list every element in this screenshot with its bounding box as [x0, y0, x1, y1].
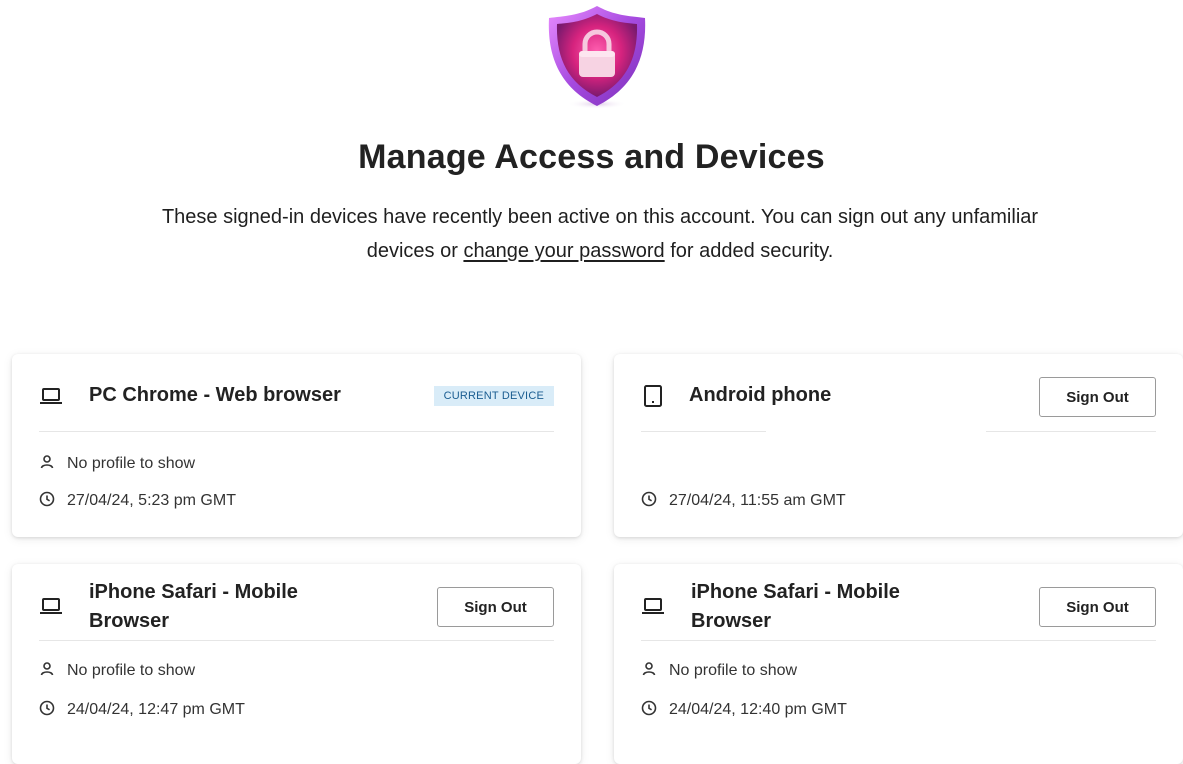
device-card-header: iPhone Safari - Mobile Browser Sign Out — [39, 564, 554, 642]
device-card-header: PC Chrome - Web browser CURRENT DEVICE — [39, 354, 554, 432]
clock-icon — [641, 491, 657, 507]
person-icon — [641, 661, 657, 677]
person-icon — [39, 454, 55, 470]
laptop-icon — [641, 594, 665, 618]
timestamp-row: 24/04/24, 12:47 pm GMT — [39, 699, 245, 721]
device-card-iphone-safari-1: iPhone Safari - Mobile Browser Sign Out … — [12, 564, 581, 764]
timestamp-text: 24/04/24, 12:47 pm GMT — [67, 701, 245, 718]
clock-icon — [39, 700, 55, 716]
divider — [641, 431, 766, 432]
person-icon — [39, 661, 55, 677]
device-name: Android phone — [689, 384, 832, 406]
timestamp-row: 27/04/24, 5:23 pm GMT — [39, 490, 236, 512]
device-card-android: Android phone Sign Out 27/04/24, 11:55 a… — [614, 354, 1183, 537]
divider — [641, 640, 1156, 641]
profile-row: No profile to show — [39, 453, 195, 475]
sign-out-button[interactable]: Sign Out — [437, 587, 554, 627]
device-card-pc-chrome: PC Chrome - Web browser CURRENT DEVICE N… — [12, 354, 581, 537]
laptop-icon — [39, 594, 63, 618]
page-description: These signed-in devices have recently be… — [160, 200, 1040, 268]
device-name: PC Chrome - Web browser — [89, 384, 341, 406]
divider — [39, 431, 554, 432]
timestamp-text: 27/04/24, 11:55 am GMT — [669, 492, 846, 509]
change-password-link[interactable]: change your password — [463, 240, 664, 262]
timestamp-text: 27/04/24, 5:23 pm GMT — [67, 492, 236, 509]
device-card-iphone-safari-2: iPhone Safari - Mobile Browser Sign Out … — [614, 564, 1183, 764]
clock-icon — [39, 491, 55, 507]
clock-icon — [641, 700, 657, 716]
timestamp-text: 24/04/24, 12:40 pm GMT — [669, 701, 847, 718]
device-name: iPhone Safari - Mobile Browser — [89, 581, 298, 632]
device-card-header: Android phone Sign Out — [641, 354, 1156, 432]
laptop-icon — [39, 384, 63, 408]
profile-text: No profile to show — [67, 455, 196, 472]
page-title: Manage Access and Devices — [358, 138, 825, 176]
timestamp-row: 24/04/24, 12:40 pm GMT — [641, 699, 847, 721]
profile-row: No profile to show — [39, 660, 195, 682]
profile-row: No profile to show — [641, 660, 797, 682]
shield-lock-icon — [541, 2, 653, 112]
current-device-badge: CURRENT DEVICE — [433, 386, 554, 406]
device-card-header: iPhone Safari - Mobile Browser Sign Out — [641, 564, 1156, 642]
sign-out-button[interactable]: Sign Out — [1039, 587, 1156, 627]
divider — [39, 640, 554, 641]
timestamp-row: 27/04/24, 11:55 am GMT — [641, 490, 846, 512]
profile-text: No profile to show — [669, 662, 798, 679]
tablet-icon — [641, 384, 665, 408]
sign-out-button[interactable]: Sign Out — [1039, 377, 1156, 417]
device-name: iPhone Safari - Mobile Browser — [691, 581, 900, 632]
divider — [986, 431, 1156, 432]
profile-text: No profile to show — [67, 662, 196, 679]
description-text-end: for added security. — [664, 240, 834, 262]
